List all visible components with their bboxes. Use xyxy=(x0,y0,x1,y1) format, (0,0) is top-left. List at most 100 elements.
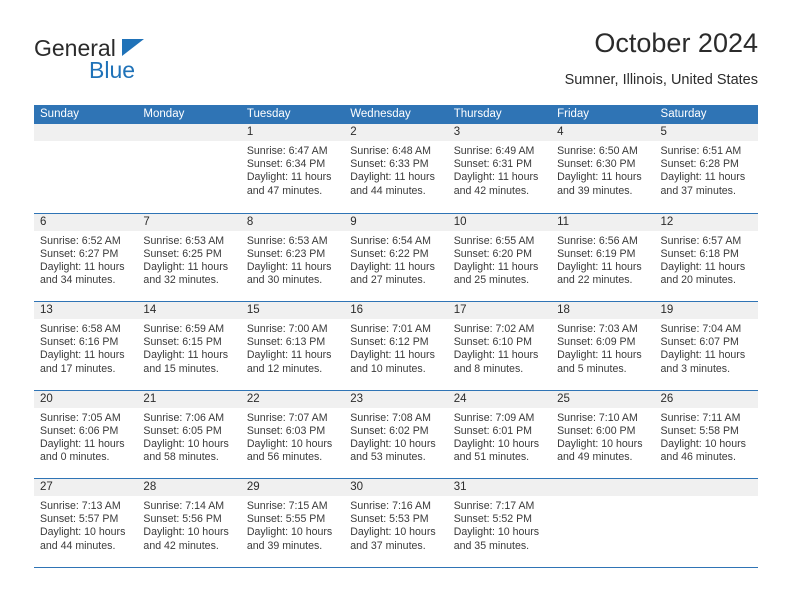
day-daylight-line: Daylight: 11 hours xyxy=(143,349,229,362)
day-sunset-line: Sunset: 5:53 PM xyxy=(350,513,429,526)
day-number-band: 29 xyxy=(240,479,345,496)
calendar-day-cell[interactable]: 4 Sunrise: 6:50 AM Sunset: 6:30 PM Daylight… xyxy=(551,124,655,213)
calendar-day-cell[interactable]: 28 Sunrise: 7:14 AM Sunset: 5:56 PM Dayligh… xyxy=(137,479,241,567)
day-sunset-line: Sunset: 6:18 PM xyxy=(660,247,739,260)
calendar-day-cell[interactable]: 14 Sunrise: 6:59 AM Sunset: 6:15 PM Dayligh… xyxy=(137,302,241,390)
calendar-day-cell[interactable]: 15 Sunrise: 7:00 AM Sunset: 6:13 PM Dayligh… xyxy=(240,302,345,390)
calendar-day-cell[interactable]: 2 Sunrise: 6:48 AM Sunset: 6:33 PM Daylight… xyxy=(344,124,448,213)
day-number: 15 xyxy=(246,304,260,316)
day-sunset-line: Sunset: 6:27 PM xyxy=(40,247,119,260)
day-number: 11 xyxy=(557,215,570,228)
day-number-band: 17 xyxy=(447,302,552,319)
calendar-day-cell[interactable]: 1 Sunrise: 6:47 AM Sunset: 6:34 PM Daylight… xyxy=(240,124,345,213)
calendar-day-cell[interactable]: 11 Sunrise: 6:56 AM Sunset: 6:19 PM Dayligh… xyxy=(551,213,655,302)
day-number-band: 10 xyxy=(447,213,552,231)
day-sunset-line: Sunset: 6:13 PM xyxy=(246,336,326,349)
day-sunrise-line: Sunrise: 7:02 AM xyxy=(453,323,535,335)
day-sunset-line: Sunset: 6:09 PM xyxy=(557,336,636,349)
day-daylight-line: and 58 minutes. xyxy=(143,451,219,464)
calendar-day-cell[interactable]: 6 Sunrise: 6:52 AM Sunset: 6:27 PM Daylight… xyxy=(34,213,138,302)
calendar-day-cell[interactable]: 26 Sunrise: 7:11 AM Sunset: 5:58 PM Dayligh… xyxy=(654,390,758,479)
day-number: 5 xyxy=(660,126,667,138)
calendar-day-cell[interactable]: 5 Sunrise: 6:51 AM Sunset: 6:28 PM Daylight… xyxy=(654,124,758,213)
calendar-day-cell[interactable]: 27 Sunrise: 7:13 AM Sunset: 5:57 PM Dayligh… xyxy=(34,479,138,567)
day-number-band: 28 xyxy=(137,479,241,496)
day-sunrise-line: Sunrise: 6:49 AM xyxy=(453,145,535,157)
calendar-day-cell[interactable]: 18 Sunrise: 7:03 AM Sunset: 6:09 PM Dayligh… xyxy=(551,302,655,390)
day-number-band: 2 xyxy=(344,124,448,141)
day-number-band: 1 xyxy=(240,124,345,141)
day-sunset-line: Sunset: 6:22 PM xyxy=(350,247,429,260)
day-number: 3 xyxy=(453,126,461,138)
day-daylight-line: Daylight: 11 hours xyxy=(557,171,642,184)
day-sunrise-line: Sunrise: 7:00 AM xyxy=(246,323,328,335)
day-sunset-line: Sunset: 6:34 PM xyxy=(246,158,326,171)
day-sun-info: Sunrise: 6:54 AM Sunset: 6:22 PM Daylight:… xyxy=(344,231,447,288)
day-daylight-line: Daylight: 11 hours xyxy=(143,260,229,273)
day-sun-info: Sunrise: 7:15 AM Sunset: 5:55 PM Daylight:… xyxy=(241,496,344,553)
calendar-day-cell[interactable]: 29 Sunrise: 7:15 AM Sunset: 5:55 PM Dayligh… xyxy=(240,479,345,567)
day-daylight-line: and 46 minutes. xyxy=(660,451,736,464)
weekday-header-saturday: Saturday xyxy=(660,108,707,120)
day-sunrise-line: Sunrise: 7:14 AM xyxy=(143,500,225,512)
calendar-day-cell[interactable]: 23 Sunrise: 7:08 AM Sunset: 6:02 PM Dayligh… xyxy=(344,390,448,479)
generalblue-logo[interactable]: General Blue xyxy=(34,36,234,88)
calendar-day-cell[interactable]: 20 Sunrise: 7:05 AM Sunset: 6:06 PM Dayligh… xyxy=(34,390,138,479)
calendar-day-cell[interactable]: 9 Sunrise: 6:54 AM Sunset: 6:22 PM Daylight… xyxy=(344,213,448,302)
calendar-day-cell[interactable]: 12 Sunrise: 6:57 AM Sunset: 6:18 PM Dayligh… xyxy=(654,213,758,302)
calendar-day-cell[interactable]: 30 Sunrise: 7:16 AM Sunset: 5:53 PM Dayligh… xyxy=(344,479,448,567)
calendar-day-cell[interactable]: 16 Sunrise: 7:01 AM Sunset: 6:12 PM Dayligh… xyxy=(344,302,448,390)
day-number-band: 13 xyxy=(34,302,138,319)
calendar-day-cell[interactable]: 25 Sunrise: 7:10 AM Sunset: 6:00 PM Dayligh… xyxy=(551,390,655,479)
day-daylight-line: Daylight: 11 hours xyxy=(40,260,125,273)
calendar-week-row: 1 Sunrise: 6:47 AM Sunset: 6:34 PM Daylight… xyxy=(34,124,758,213)
day-daylight-line: Daylight: 11 hours xyxy=(246,171,332,184)
calendar-day-cell[interactable]: 13 Sunrise: 6:58 AM Sunset: 6:16 PM Dayligh… xyxy=(34,302,138,390)
calendar-day-cell[interactable]: 8 Sunrise: 6:53 AM Sunset: 6:23 PM Daylight… xyxy=(240,213,345,302)
day-daylight-line: and 39 minutes. xyxy=(557,184,633,197)
day-number: 18 xyxy=(557,304,570,316)
day-daylight-line: Daylight: 10 hours xyxy=(246,437,333,450)
day-sunset-line: Sunset: 6:23 PM xyxy=(246,247,326,260)
day-sunrise-line: Sunrise: 6:50 AM xyxy=(557,145,638,157)
day-sun-info: Sunrise: 7:03 AM Sunset: 6:09 PM Daylight:… xyxy=(551,319,654,376)
calendar-day-cell[interactable]: 21 Sunrise: 7:06 AM Sunset: 6:05 PM Dayligh… xyxy=(137,390,241,479)
day-number-band xyxy=(654,479,758,496)
day-sun-info: Sunrise: 7:09 AM Sunset: 6:01 PM Daylight:… xyxy=(448,408,551,465)
day-sunset-line: Sunset: 6:28 PM xyxy=(660,158,739,171)
day-number: 23 xyxy=(350,392,364,405)
weekday-header-tuesday: Tuesday xyxy=(246,108,291,120)
day-sunrise-line: Sunrise: 6:51 AM xyxy=(660,145,742,157)
day-sun-info: Sunrise: 6:57 AM Sunset: 6:18 PM Daylight:… xyxy=(655,231,758,288)
day-daylight-line: Daylight: 11 hours xyxy=(40,349,125,362)
day-sunrise-line: Sunrise: 7:17 AM xyxy=(453,500,535,512)
day-sun-info: Sunrise: 6:47 AM Sunset: 6:34 PM Daylight:… xyxy=(241,141,344,198)
day-sunrise-line: Sunrise: 7:06 AM xyxy=(143,411,225,424)
day-daylight-line: and 5 minutes. xyxy=(557,362,627,375)
day-daylight-line: Daylight: 11 hours xyxy=(350,260,435,273)
day-number: 22 xyxy=(246,392,260,405)
day-sun-info: Sunrise: 7:13 AM Sunset: 5:57 PM Daylight:… xyxy=(34,496,137,553)
day-daylight-line: and 44 minutes. xyxy=(40,539,116,552)
day-sun-info: Sunrise: 6:56 AM Sunset: 6:19 PM Daylight:… xyxy=(551,231,654,288)
day-sunset-line: Sunset: 6:31 PM xyxy=(453,158,533,171)
day-sun-info: Sunrise: 7:04 AM Sunset: 6:07 PM Daylight:… xyxy=(655,319,758,376)
day-sun-info: Sunrise: 7:05 AM Sunset: 6:06 PM Daylight:… xyxy=(34,408,137,465)
day-number-band: 20 xyxy=(34,390,138,408)
day-daylight-line: Daylight: 10 hours xyxy=(350,437,436,450)
day-number-band: 24 xyxy=(447,390,552,408)
calendar-day-cell[interactable]: 7 Sunrise: 6:53 AM Sunset: 6:25 PM Daylight… xyxy=(137,213,241,302)
calendar-day-cell[interactable]: 31 Sunrise: 7:17 AM Sunset: 5:52 PM Dayligh… xyxy=(447,479,552,567)
calendar-day-cell[interactable]: 19 Sunrise: 7:04 AM Sunset: 6:07 PM Dayligh… xyxy=(654,302,758,390)
day-number: 6 xyxy=(40,215,47,228)
weekday-header-thursday: Thursday xyxy=(453,108,502,120)
page-title: October 2024 xyxy=(594,28,758,58)
calendar-day-cell[interactable]: 10 Sunrise: 6:55 AM Sunset: 6:20 PM Dayligh… xyxy=(447,213,552,302)
day-sunset-line: Sunset: 6:02 PM xyxy=(350,424,429,437)
day-sunset-line: Sunset: 5:58 PM xyxy=(660,424,739,437)
calendar-day-cell[interactable]: 22 Sunrise: 7:07 AM Sunset: 6:03 PM Dayligh… xyxy=(240,390,345,479)
calendar-day-cell[interactable]: 17 Sunrise: 7:02 AM Sunset: 6:10 PM Dayligh… xyxy=(447,302,552,390)
calendar-day-cell[interactable]: 24 Sunrise: 7:09 AM Sunset: 6:01 PM Dayligh… xyxy=(447,390,552,479)
calendar-day-cell[interactable]: 3 Sunrise: 6:49 AM Sunset: 6:31 PM Daylight… xyxy=(447,124,552,213)
day-number-band: 26 xyxy=(654,390,758,408)
